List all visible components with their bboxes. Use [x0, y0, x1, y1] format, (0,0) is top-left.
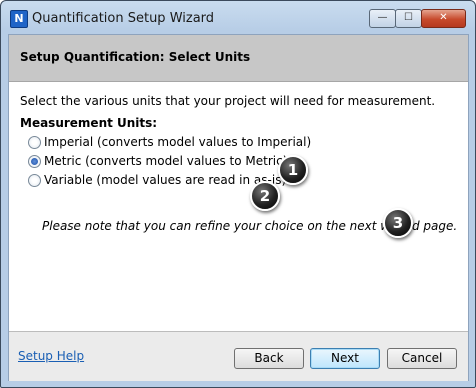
cancel-button[interactable]: Cancel: [387, 348, 457, 369]
wizard-header: Setup Quantification: Select Units: [9, 35, 468, 82]
wizard-content: Select the various units that your proje…: [9, 82, 468, 331]
imperial-radio[interactable]: [28, 136, 41, 149]
minimize-button[interactable]: —: [369, 9, 396, 28]
app-logo-icon: N: [10, 10, 28, 28]
description-text: Select the various units that your proje…: [20, 94, 436, 108]
close-button[interactable]: ✕: [421, 9, 466, 28]
wizard-window: N Quantification Setup Wizard — ☐ ✕ Setu…: [0, 0, 476, 388]
callout-2-icon: 2: [250, 181, 280, 211]
callout-1-icon: 1: [278, 155, 308, 185]
variable-radio[interactable]: [28, 174, 41, 187]
measurement-units-label: Measurement Units:: [20, 116, 158, 130]
variable-label[interactable]: Variable (model values are read in as-is…: [44, 173, 286, 187]
maximize-button[interactable]: ☐: [395, 9, 422, 28]
dialog-client: Setup Quantification: Select Units Selec…: [8, 34, 469, 381]
imperial-label[interactable]: Imperial (converts model values to Imper…: [44, 135, 311, 149]
setup-help-link[interactable]: Setup Help: [18, 349, 84, 363]
next-button[interactable]: Next: [310, 348, 380, 369]
metric-label[interactable]: Metric (converts model values to Metric): [44, 154, 287, 168]
callout-3-icon: 3: [383, 208, 413, 238]
window-title: Quantification Setup Wizard: [32, 11, 215, 26]
page-title: Setup Quantification: Select Units: [20, 50, 251, 64]
back-button[interactable]: Back: [234, 348, 304, 369]
title-bar[interactable]: N Quantification Setup Wizard — ☐ ✕: [1, 1, 475, 35]
wizard-footer: Setup Help Back Next Cancel: [9, 331, 468, 381]
metric-radio[interactable]: [28, 155, 41, 168]
